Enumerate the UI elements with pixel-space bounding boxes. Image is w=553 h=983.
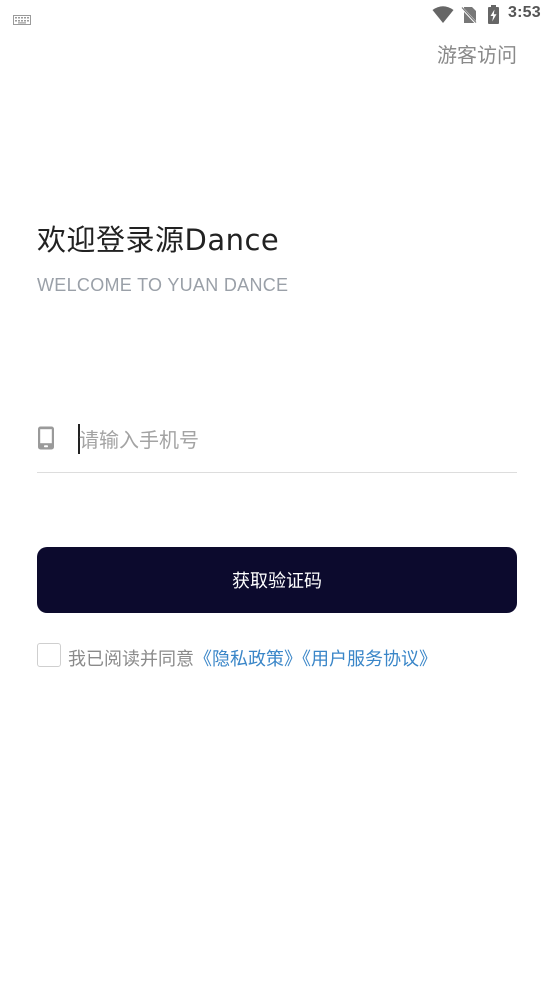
welcome-title: 欢迎登录源Dance: [37, 223, 280, 257]
status-time: 3:53: [508, 4, 541, 21]
battery-charging-icon: [487, 5, 500, 29]
status-bar: 3:53: [0, 0, 553, 30]
privacy-policy-link[interactable]: 《隐私政策》: [194, 649, 302, 670]
no-sim-icon: [461, 6, 477, 28]
agreement-prefix: 我已阅读并同意: [68, 649, 194, 670]
phone-number-input[interactable]: [79, 422, 499, 458]
keyboard-icon: [13, 10, 31, 29]
get-verification-code-button[interactable]: 获取验证码: [37, 547, 517, 613]
guest-access-link[interactable]: 游客访问: [437, 39, 517, 68]
agreement-text: 我已阅读并同意《隐私政策》《用户服务协议》: [68, 645, 437, 671]
mobile-phone-icon: [37, 426, 55, 454]
agreement-row: 我已阅读并同意《隐私政策》《用户服务协议》: [37, 643, 537, 671]
welcome-subtitle: WELCOME TO YUAN DANCE: [37, 275, 289, 295]
user-service-agreement-link[interactable]: 《用户服务协议》: [302, 649, 437, 670]
agreement-checkbox[interactable]: [37, 643, 61, 667]
wifi-icon: [432, 6, 454, 28]
phone-input-row: [37, 416, 517, 473]
